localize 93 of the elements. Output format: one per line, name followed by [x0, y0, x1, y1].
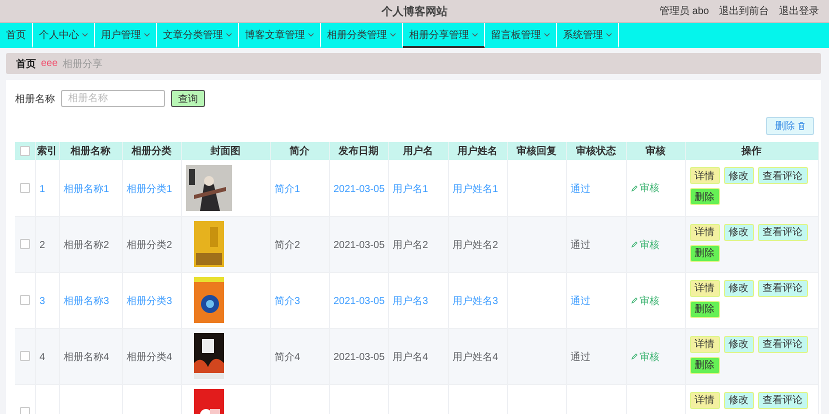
table-cell: 相册分类2: [126, 240, 172, 251]
nav-tab[interactable]: 博客文章管理: [239, 23, 321, 48]
action-button[interactable]: 查看评论: [758, 167, 808, 184]
table-cell: 相册分类3: [126, 296, 172, 307]
table-cell: 2021-03-05: [334, 296, 385, 307]
nav-tab[interactable]: 相册分类管理: [321, 23, 403, 48]
column-header: 用户姓名: [448, 142, 507, 160]
breadcrumb-separator: eee: [41, 58, 58, 69]
pencil-icon: [630, 184, 638, 192]
table-cell: 用户名3: [392, 296, 428, 307]
nav-tab[interactable]: 首页: [0, 23, 33, 48]
column-header: 索引: [35, 142, 59, 160]
action-button[interactable]: 修改: [724, 336, 754, 352]
action-button[interactable]: 修改: [724, 167, 754, 184]
table-cell: 相册名称2: [64, 240, 110, 251]
row-checkbox[interactable]: [20, 182, 30, 193]
trash-icon: [798, 122, 805, 130]
table-cell: 4: [40, 352, 46, 363]
search-label: 相册名称: [15, 92, 55, 106]
search-button[interactable]: 查询: [171, 90, 205, 107]
nav-tab[interactable]: 留言板管理: [485, 23, 557, 48]
action-button[interactable]: 详情: [690, 167, 720, 184]
table-cell: 通过: [570, 240, 590, 251]
table-cell: 相册分类1: [126, 184, 172, 195]
table-cell: 2021-03-05: [334, 352, 385, 363]
row-checkbox[interactable]: [20, 294, 30, 305]
action-button[interactable]: 修改: [724, 280, 754, 296]
action-button[interactable]: 查看评论: [758, 392, 808, 408]
action-button[interactable]: 查看评论: [758, 224, 808, 240]
table-cell: 简介1: [274, 184, 300, 195]
row-checkbox[interactable]: [20, 406, 30, 414]
table-cell: 相册名称1: [64, 184, 110, 195]
table-cell: 用户姓名1: [452, 184, 498, 195]
header-link[interactable]: 退出登录: [779, 4, 819, 18]
nav-tab[interactable]: 用户管理: [95, 23, 157, 48]
table-cell: 用户姓名4: [452, 352, 498, 363]
row-checkbox[interactable]: [20, 238, 30, 249]
nav-tab[interactable]: 个人中心: [33, 23, 95, 48]
column-header: 用户名: [388, 142, 448, 160]
table-cell: 通过: [570, 352, 590, 363]
table-cell: 用户名4: [392, 352, 428, 363]
table-cell: 相册名称3: [64, 296, 110, 307]
column-header: 审核: [626, 142, 685, 160]
table-cell: 相册名称4: [64, 352, 110, 363]
column-header: 封面图: [181, 142, 270, 160]
table-cell: 简介3: [274, 296, 300, 307]
column-header: 操作: [685, 142, 818, 160]
breadcrumb-current: 相册分享: [62, 58, 103, 70]
table-cell: 通过: [570, 296, 590, 307]
table-cell: 2021-03-05: [334, 184, 385, 195]
pencil-icon: [630, 241, 638, 248]
header-link[interactable]: 退出到前台: [719, 4, 769, 18]
action-button[interactable]: 详情: [690, 224, 720, 240]
select-all-checkbox[interactable]: [20, 146, 30, 156]
table-cell: 3: [40, 296, 46, 307]
column-header: 简介: [270, 142, 329, 160]
column-header: 相册名称: [59, 142, 122, 160]
action-button[interactable]: 查看评论: [758, 280, 808, 296]
table-cell: 2: [40, 240, 46, 251]
table-cell: 用户名1: [392, 184, 428, 195]
action-button[interactable]: 详情: [690, 280, 720, 296]
search-field[interactable]: 相册名称: [61, 90, 165, 107]
table-cell: 用户姓名3: [452, 296, 498, 307]
pencil-icon: [630, 297, 638, 304]
pencil-icon: [630, 353, 638, 360]
action-button[interactable]: 删除: [690, 244, 720, 262]
column-header: 发布日期: [329, 142, 388, 160]
nav-tab[interactable]: 文章分类管理: [157, 23, 239, 48]
table-cell: 简介2: [274, 240, 300, 251]
action-button[interactable]: 删除: [690, 356, 720, 374]
column-header: 审核状态: [566, 142, 626, 160]
table-cell: 用户姓名2: [452, 240, 498, 251]
table-cell: 2021-03-05: [334, 240, 385, 251]
table-cell: 相册分类4: [126, 352, 172, 363]
nav-tab[interactable]: 系统管理: [557, 23, 619, 48]
action-button[interactable]: 修改: [724, 392, 754, 408]
site-title: 个人博客网站: [382, 4, 448, 18]
action-button[interactable]: 修改: [724, 224, 754, 240]
column-header: 审核回复: [507, 142, 566, 160]
admin-name: 管理员 abo: [660, 5, 709, 18]
action-button[interactable]: 查看评论: [758, 336, 808, 352]
action-button[interactable]: 删除: [690, 300, 720, 318]
action-button[interactable]: 删除: [690, 188, 720, 205]
nav-tab[interactable]: 相册分享管理: [403, 23, 485, 48]
row-checkbox[interactable]: [20, 350, 30, 361]
table-cell: 用户名2: [392, 240, 428, 251]
table-cell: 通过: [570, 184, 590, 195]
action-button[interactable]: 详情: [690, 392, 720, 408]
action-button[interactable]: 详情: [690, 336, 720, 352]
breadcrumb-home[interactable]: 首页: [16, 56, 36, 70]
table-cell: 1: [40, 184, 46, 195]
table-cell: 简介4: [274, 352, 300, 363]
column-header: 相册分类: [122, 142, 181, 160]
